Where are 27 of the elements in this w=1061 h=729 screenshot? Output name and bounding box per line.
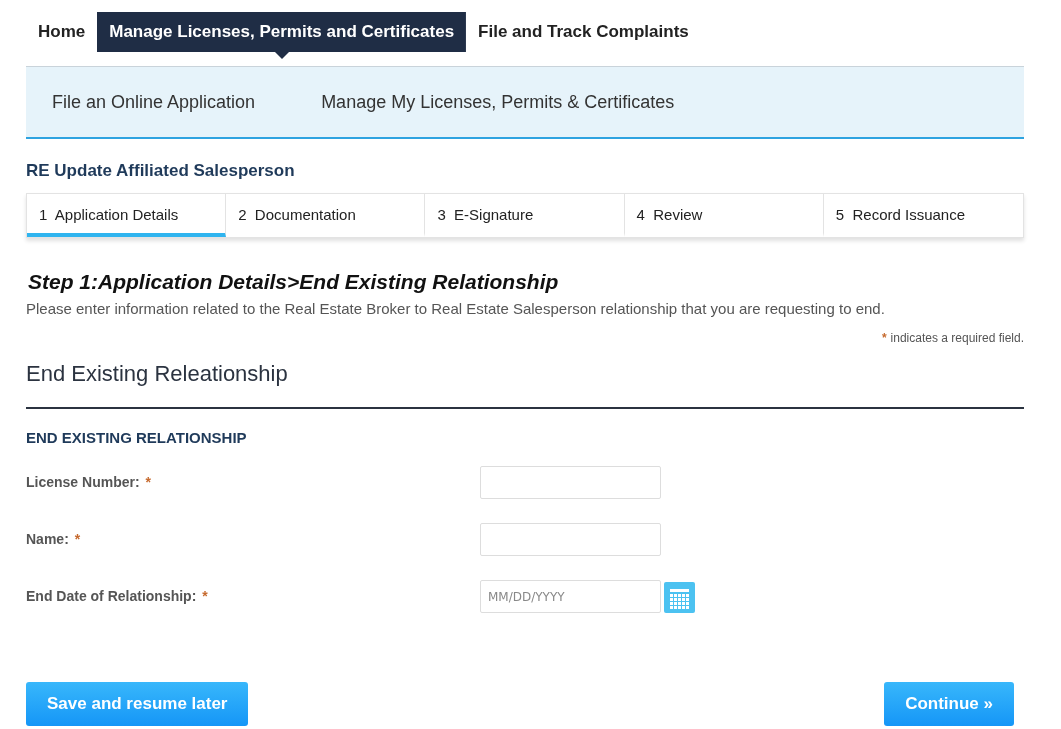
subnav-link[interactable]: File an Online Application	[52, 91, 256, 113]
section-title: End Existing Releationship	[26, 361, 1024, 409]
description: Please enter information related to the Real Estate Broker to Real Estate Salesperson relationship that you are requesting to end.	[26, 300, 886, 317]
required-mark: *	[881, 331, 887, 345]
date-field[interactable]: MM/DD/YYYY	[480, 580, 661, 613]
input-field[interactable]	[480, 523, 661, 556]
required-mark: *	[202, 588, 208, 604]
nav-tab[interactable]: File and Track Complaints	[466, 12, 701, 52]
calendar-icon[interactable]	[664, 582, 695, 613]
field-label: Name:	[26, 531, 69, 547]
step-tab[interactable]: 1 Application Details	[27, 194, 227, 237]
required-note: indicates a required field.	[890, 331, 1024, 345]
input-field[interactable]	[480, 466, 661, 499]
step-tab[interactable]: 4 Review	[624, 194, 824, 237]
step-tab[interactable]: 2 Documentation	[226, 194, 426, 237]
step-heading: Step 1:Application Details>End Existing Relationship	[28, 270, 560, 294]
required-mark: *	[145, 474, 152, 490]
subsection-title: END EXISTING RELATIONSHIP	[26, 429, 248, 446]
required-mark: *	[74, 531, 81, 547]
subnav-link[interactable]: Manage My Licenses, Permits & Certificates	[321, 91, 675, 113]
page-title: RE Update Affiliated Salesperson	[26, 161, 296, 181]
step-tab[interactable]: 3 E-Signature	[425, 194, 625, 237]
field-label: End Date of Relationship:	[26, 588, 197, 604]
step-tab[interactable]: 5 Record Issuance	[823, 194, 1023, 237]
nav-tab[interactable]: Home	[26, 12, 98, 52]
field-label: License Number:	[26, 474, 140, 490]
nav-tab[interactable]: Manage Licenses, Permits and Certificates	[97, 12, 467, 59]
